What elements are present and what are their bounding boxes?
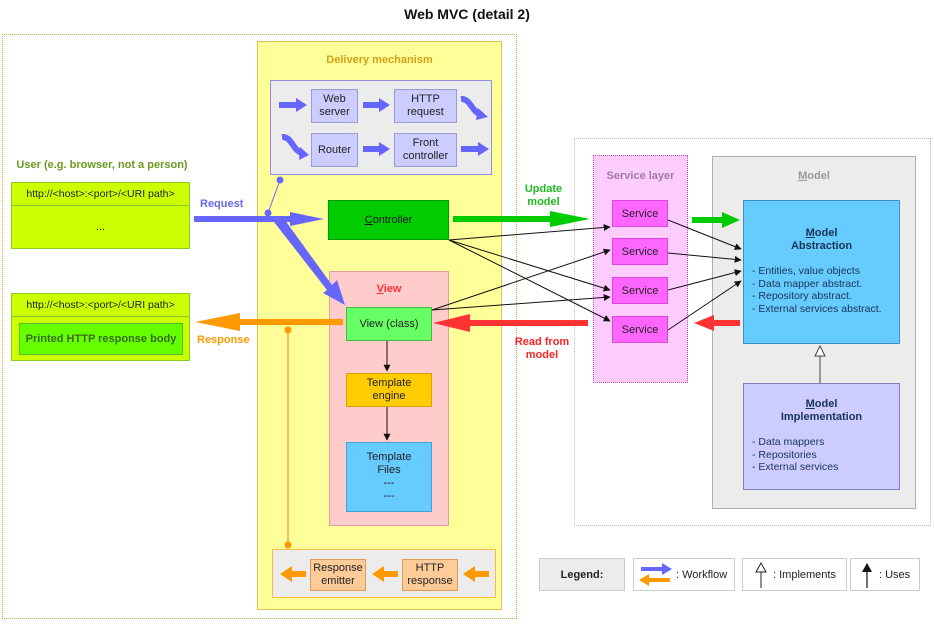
chain-curve-arrowhead-2 bbox=[299, 147, 309, 160]
chain-curve-arrow-1 bbox=[460, 96, 482, 117]
connector-dot-top bbox=[276, 176, 284, 184]
update-model-arrow-2 bbox=[692, 212, 740, 228]
request-to-view-arrow bbox=[274, 216, 345, 305]
implements-arrowhead bbox=[814, 344, 826, 357]
request-arrow bbox=[194, 212, 324, 226]
arrows-overlay bbox=[194, 96, 826, 582]
read-model-arrow bbox=[433, 314, 588, 332]
response-arrow bbox=[195, 313, 343, 331]
chain-arrow-3 bbox=[363, 142, 390, 156]
controller-to-service-4 bbox=[448, 239, 611, 322]
chain-arrow-4 bbox=[461, 142, 489, 156]
response-dot-bottom bbox=[284, 541, 292, 549]
service-2-to-model bbox=[667, 252, 742, 263]
chain-arrow-1 bbox=[279, 98, 307, 112]
resp-chain-arrow-2 bbox=[372, 566, 398, 582]
update-model-arrow bbox=[453, 211, 590, 227]
read-model-arrow-2 bbox=[694, 315, 740, 331]
resp-chain-arrow-3 bbox=[280, 566, 306, 582]
resp-chain-arrow-1 bbox=[463, 566, 489, 582]
connector-dot-bottom bbox=[264, 209, 272, 217]
view-to-service-2 bbox=[431, 248, 611, 311]
controller-to-service-1 bbox=[448, 224, 611, 241]
chain-curve-arrowhead-1 bbox=[476, 108, 488, 120]
chain-arrow-2 bbox=[363, 98, 390, 112]
response-dot-top bbox=[284, 326, 292, 334]
controller-to-service-3 bbox=[448, 239, 611, 292]
service-3-to-model bbox=[667, 269, 742, 291]
chain-connector bbox=[267, 179, 281, 214]
